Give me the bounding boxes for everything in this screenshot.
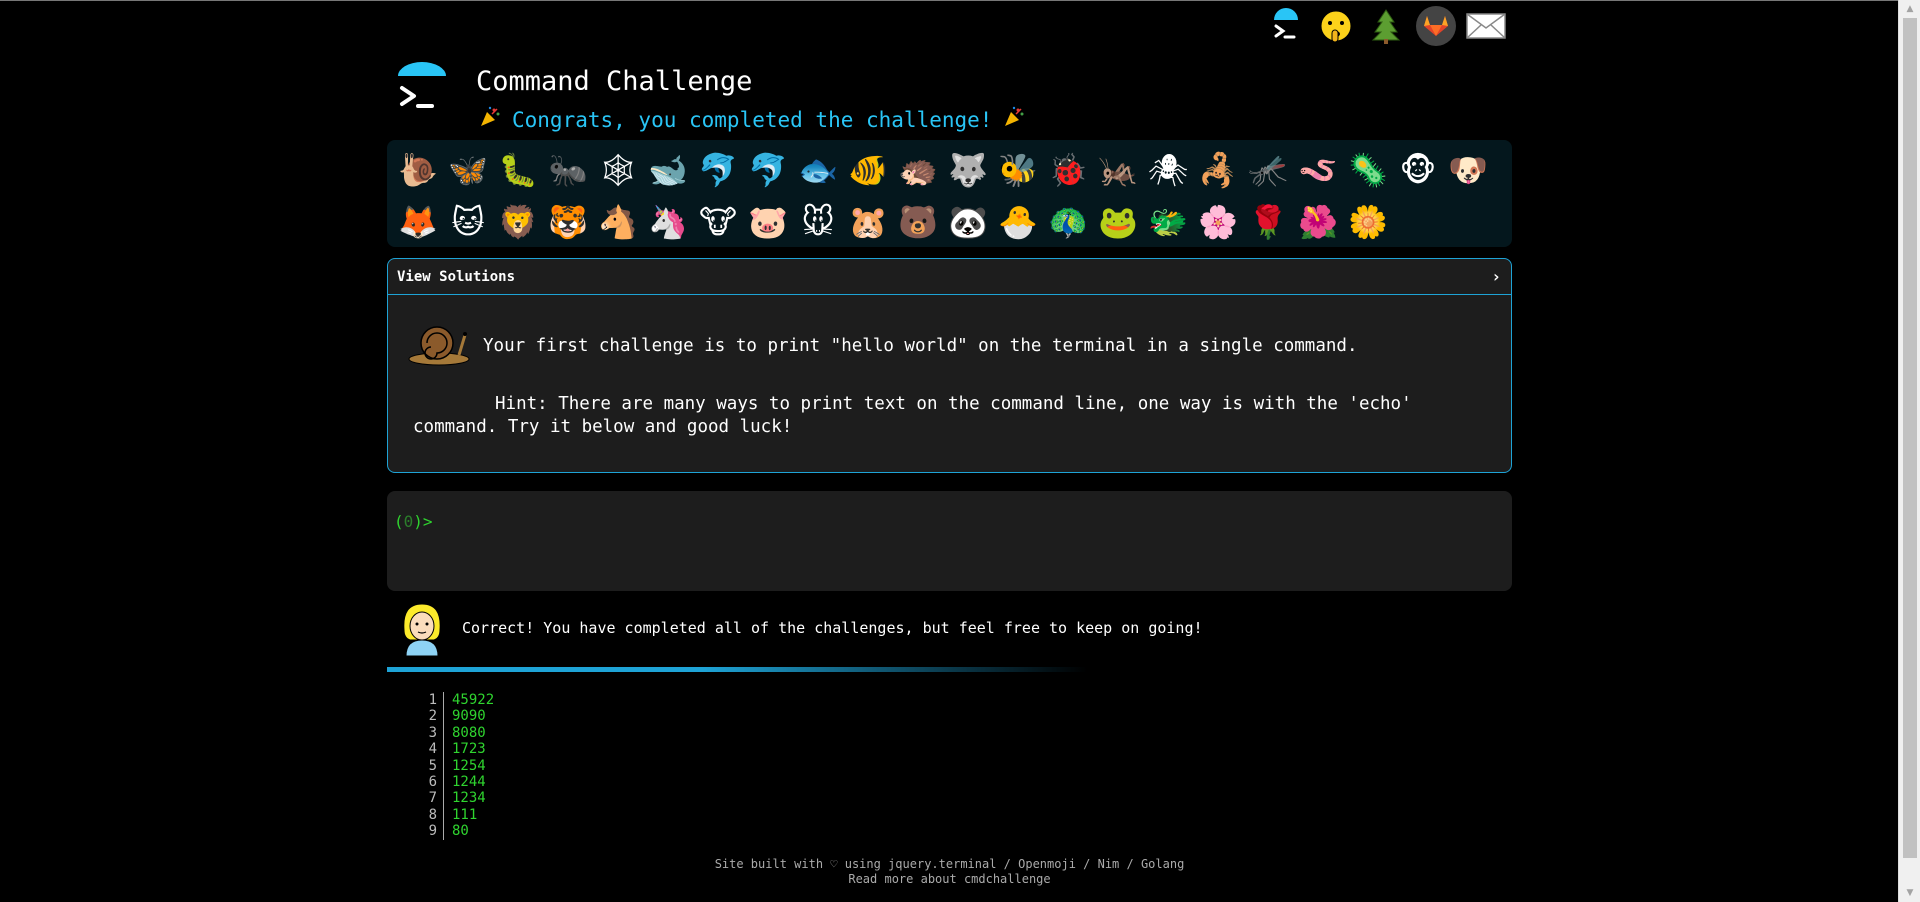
- challenge-badge-icon[interactable]: 🌹: [1243, 196, 1293, 248]
- challenge-badge-icon[interactable]: 🦁: [493, 196, 543, 248]
- leaderboard-scores: 45922 9090 8080 1723 1254 1244 1234 111 80: [444, 692, 494, 840]
- challenge-badge-icon[interactable]: 🦊: [393, 196, 443, 248]
- challenge-badge-icon[interactable]: 🐮: [693, 196, 743, 248]
- challenge-badge-icon[interactable]: 🌸: [1193, 196, 1243, 248]
- terminal-input[interactable]: (0)>: [387, 491, 1512, 591]
- challenge-badges: 🐌 🦋 🐛 🐜 🕸 🐋 🐬 🐬 🐟 🐠 🦔 🐺 🐝 🐞 🦗 🕷 🦂 🦟 🪱 🦠 🐵 🐶 🦊 🐱 🦁 🐯 🐴 🦄 🐮 🐷 🐭 🐹 🐻 🐼 🐣 🦚 🐸 🐲 🌸 🌹…: [387, 140, 1512, 247]
- challenge-badge-icon[interactable]: 🐸: [1093, 196, 1143, 248]
- leaderboard-rank: 7: [428, 790, 437, 807]
- challenge-hint: Hint: There are many ways to print text …: [413, 394, 1412, 437]
- leaderboard-rank: 4: [428, 741, 437, 758]
- leaderboard-score: 1234: [452, 790, 486, 807]
- scroll-down-icon[interactable]: ▼: [1899, 884, 1920, 902]
- leaderboard-score: 111: [452, 806, 478, 823]
- challenge-badge-icon[interactable]: 🐶: [1443, 144, 1493, 196]
- challenge-badge-icon[interactable]: 🦄: [643, 196, 693, 248]
- challenge-badge-icon[interactable]: 🐝: [993, 144, 1043, 196]
- snail-icon: [403, 315, 473, 371]
- leaderboard-score: 1723: [452, 741, 486, 758]
- challenge-badge-icon[interactable]: 🐴: [593, 196, 643, 248]
- top-border: [0, 0, 1920, 1]
- scroll-up-icon[interactable]: ▲: [1899, 0, 1920, 18]
- challenge-badge-icon[interactable]: 🐋: [643, 144, 693, 196]
- challenge-badge-icon[interactable]: 🐱: [443, 196, 493, 248]
- envelope-icon[interactable]: [1465, 5, 1507, 47]
- challenge-badge-icon[interactable]: 🐞: [1043, 144, 1093, 196]
- leaderboard-rank: 5: [428, 757, 437, 774]
- challenge-badge-icon[interactable]: 🐹: [843, 196, 893, 248]
- challenge-badge-icon[interactable]: 🐌: [393, 144, 443, 196]
- challenge-badge-icon[interactable]: 🕷: [1143, 144, 1193, 196]
- challenge-badge-icon[interactable]: 🐠: [843, 144, 893, 196]
- shushing-face-icon[interactable]: [1315, 5, 1357, 47]
- scrollbar-thumb[interactable]: [1903, 18, 1917, 858]
- challenge-panel: View Solutions › Your first challenge is…: [387, 258, 1512, 473]
- challenge-badge-icon[interactable]: 🦟: [1243, 144, 1293, 196]
- challenge-text: Your first challenge is to print "hello …: [483, 335, 1358, 356]
- read-more-link[interactable]: Read more about cmdchallenge: [848, 872, 1050, 886]
- view-solutions-label: View Solutions: [397, 268, 516, 285]
- challenge-badge-icon[interactable]: 🐯: [543, 196, 593, 248]
- evergreen-tree-icon[interactable]: [1365, 5, 1407, 47]
- challenge-badge-icon[interactable]: 🌺: [1293, 196, 1343, 248]
- challenge-badge-icon[interactable]: 🐲: [1143, 196, 1193, 248]
- leaderboard-score: 1254: [452, 757, 486, 774]
- challenge-badge-icon[interactable]: 🐼: [943, 196, 993, 248]
- leaderboard: 123456789 45922 9090 8080 1723 1254 1244 1234 1…: [425, 692, 494, 840]
- challenge-badge-icon[interactable]: 🦚: [1043, 196, 1093, 248]
- leaderboard-score: 1244: [452, 773, 486, 790]
- challenge-badge-icon[interactable]: 🐻: [893, 196, 943, 248]
- leaderboard-rank: 8: [428, 806, 437, 823]
- leaderboard-score: 45922: [452, 692, 495, 708]
- challenge-badge-icon[interactable]: 🐣: [993, 196, 1043, 248]
- challenge-badge-icon[interactable]: 🐟: [793, 144, 843, 196]
- logo-icon: [394, 62, 450, 120]
- challenge-badge-icon[interactable]: 🦂: [1193, 144, 1243, 196]
- gitlab-icon[interactable]: [1415, 5, 1457, 47]
- top-links: [1265, 4, 1507, 48]
- challenge-badge-icon[interactable]: 🐬: [743, 144, 793, 196]
- congrats-text: Congrats, you completed the challenge!: [512, 107, 993, 132]
- party-popper-icon: [1002, 105, 1026, 134]
- challenge-badge-icon[interactable]: 🦠: [1343, 144, 1393, 196]
- leaderboard-score: 9090: [452, 708, 486, 725]
- challenge-badge-icon[interactable]: 🦔: [893, 144, 943, 196]
- terminal-icon[interactable]: [1265, 5, 1307, 47]
- challenge-badge-icon[interactable]: 🐜: [543, 144, 593, 196]
- scrollbar[interactable]: ▲ ▼: [1898, 0, 1920, 902]
- challenge-badge-icon[interactable]: 🐵: [1393, 144, 1443, 196]
- completed-count: 0: [403, 512, 414, 531]
- view-solutions-toggle[interactable]: View Solutions ›: [388, 259, 1511, 295]
- leaderboard-rank: 1: [428, 692, 437, 708]
- challenge-badge-icon[interactable]: 🕸: [593, 144, 643, 196]
- leaderboard-score: 80: [452, 823, 469, 840]
- terminal-prompt: (0)>: [394, 512, 433, 531]
- challenge-badge-icon[interactable]: 🐺: [943, 144, 993, 196]
- response-text: Correct! You have completed all of the c…: [462, 619, 1203, 637]
- page-title: Command Challenge: [476, 66, 753, 97]
- leaderboard-rank: 6: [428, 773, 437, 790]
- challenge-badge-icon[interactable]: 🐭: [793, 196, 843, 248]
- challenge-badge-icon[interactable]: 🪱: [1293, 144, 1343, 196]
- leaderboard-rank: 2: [428, 708, 437, 725]
- footer: Site built with ♡ using jquery.terminal …: [387, 857, 1512, 887]
- response-message: Correct! You have completed all of the c…: [400, 600, 1203, 657]
- chevron-right-icon: ›: [1491, 267, 1501, 286]
- leaderboard-ranks: 123456789: [425, 692, 444, 840]
- leaderboard-rank: 3: [428, 724, 437, 741]
- challenge-badge-icon[interactable]: 🐷: [743, 196, 793, 248]
- challenge-badge-icon[interactable]: 🦗: [1093, 144, 1143, 196]
- leaderboard-rank: 9: [428, 823, 437, 840]
- divider: [387, 667, 1087, 672]
- challenge-badge-icon[interactable]: 🐬: [693, 144, 743, 196]
- leaderboard-score: 8080: [452, 724, 486, 741]
- challenge-badge-icon[interactable]: 🌼: [1343, 196, 1393, 248]
- challenge-badge-icon[interactable]: 🐛: [493, 144, 543, 196]
- challenge-description: Your first challenge is to print "hello …: [388, 295, 1511, 439]
- congrats-banner: Congrats, you completed the challenge!: [478, 105, 1026, 134]
- avatar: [400, 600, 444, 657]
- party-popper-icon: [478, 105, 502, 134]
- challenge-badge-icon[interactable]: 🦋: [443, 144, 493, 196]
- footer-credits: Site built with ♡ using jquery.terminal …: [714, 857, 1185, 871]
